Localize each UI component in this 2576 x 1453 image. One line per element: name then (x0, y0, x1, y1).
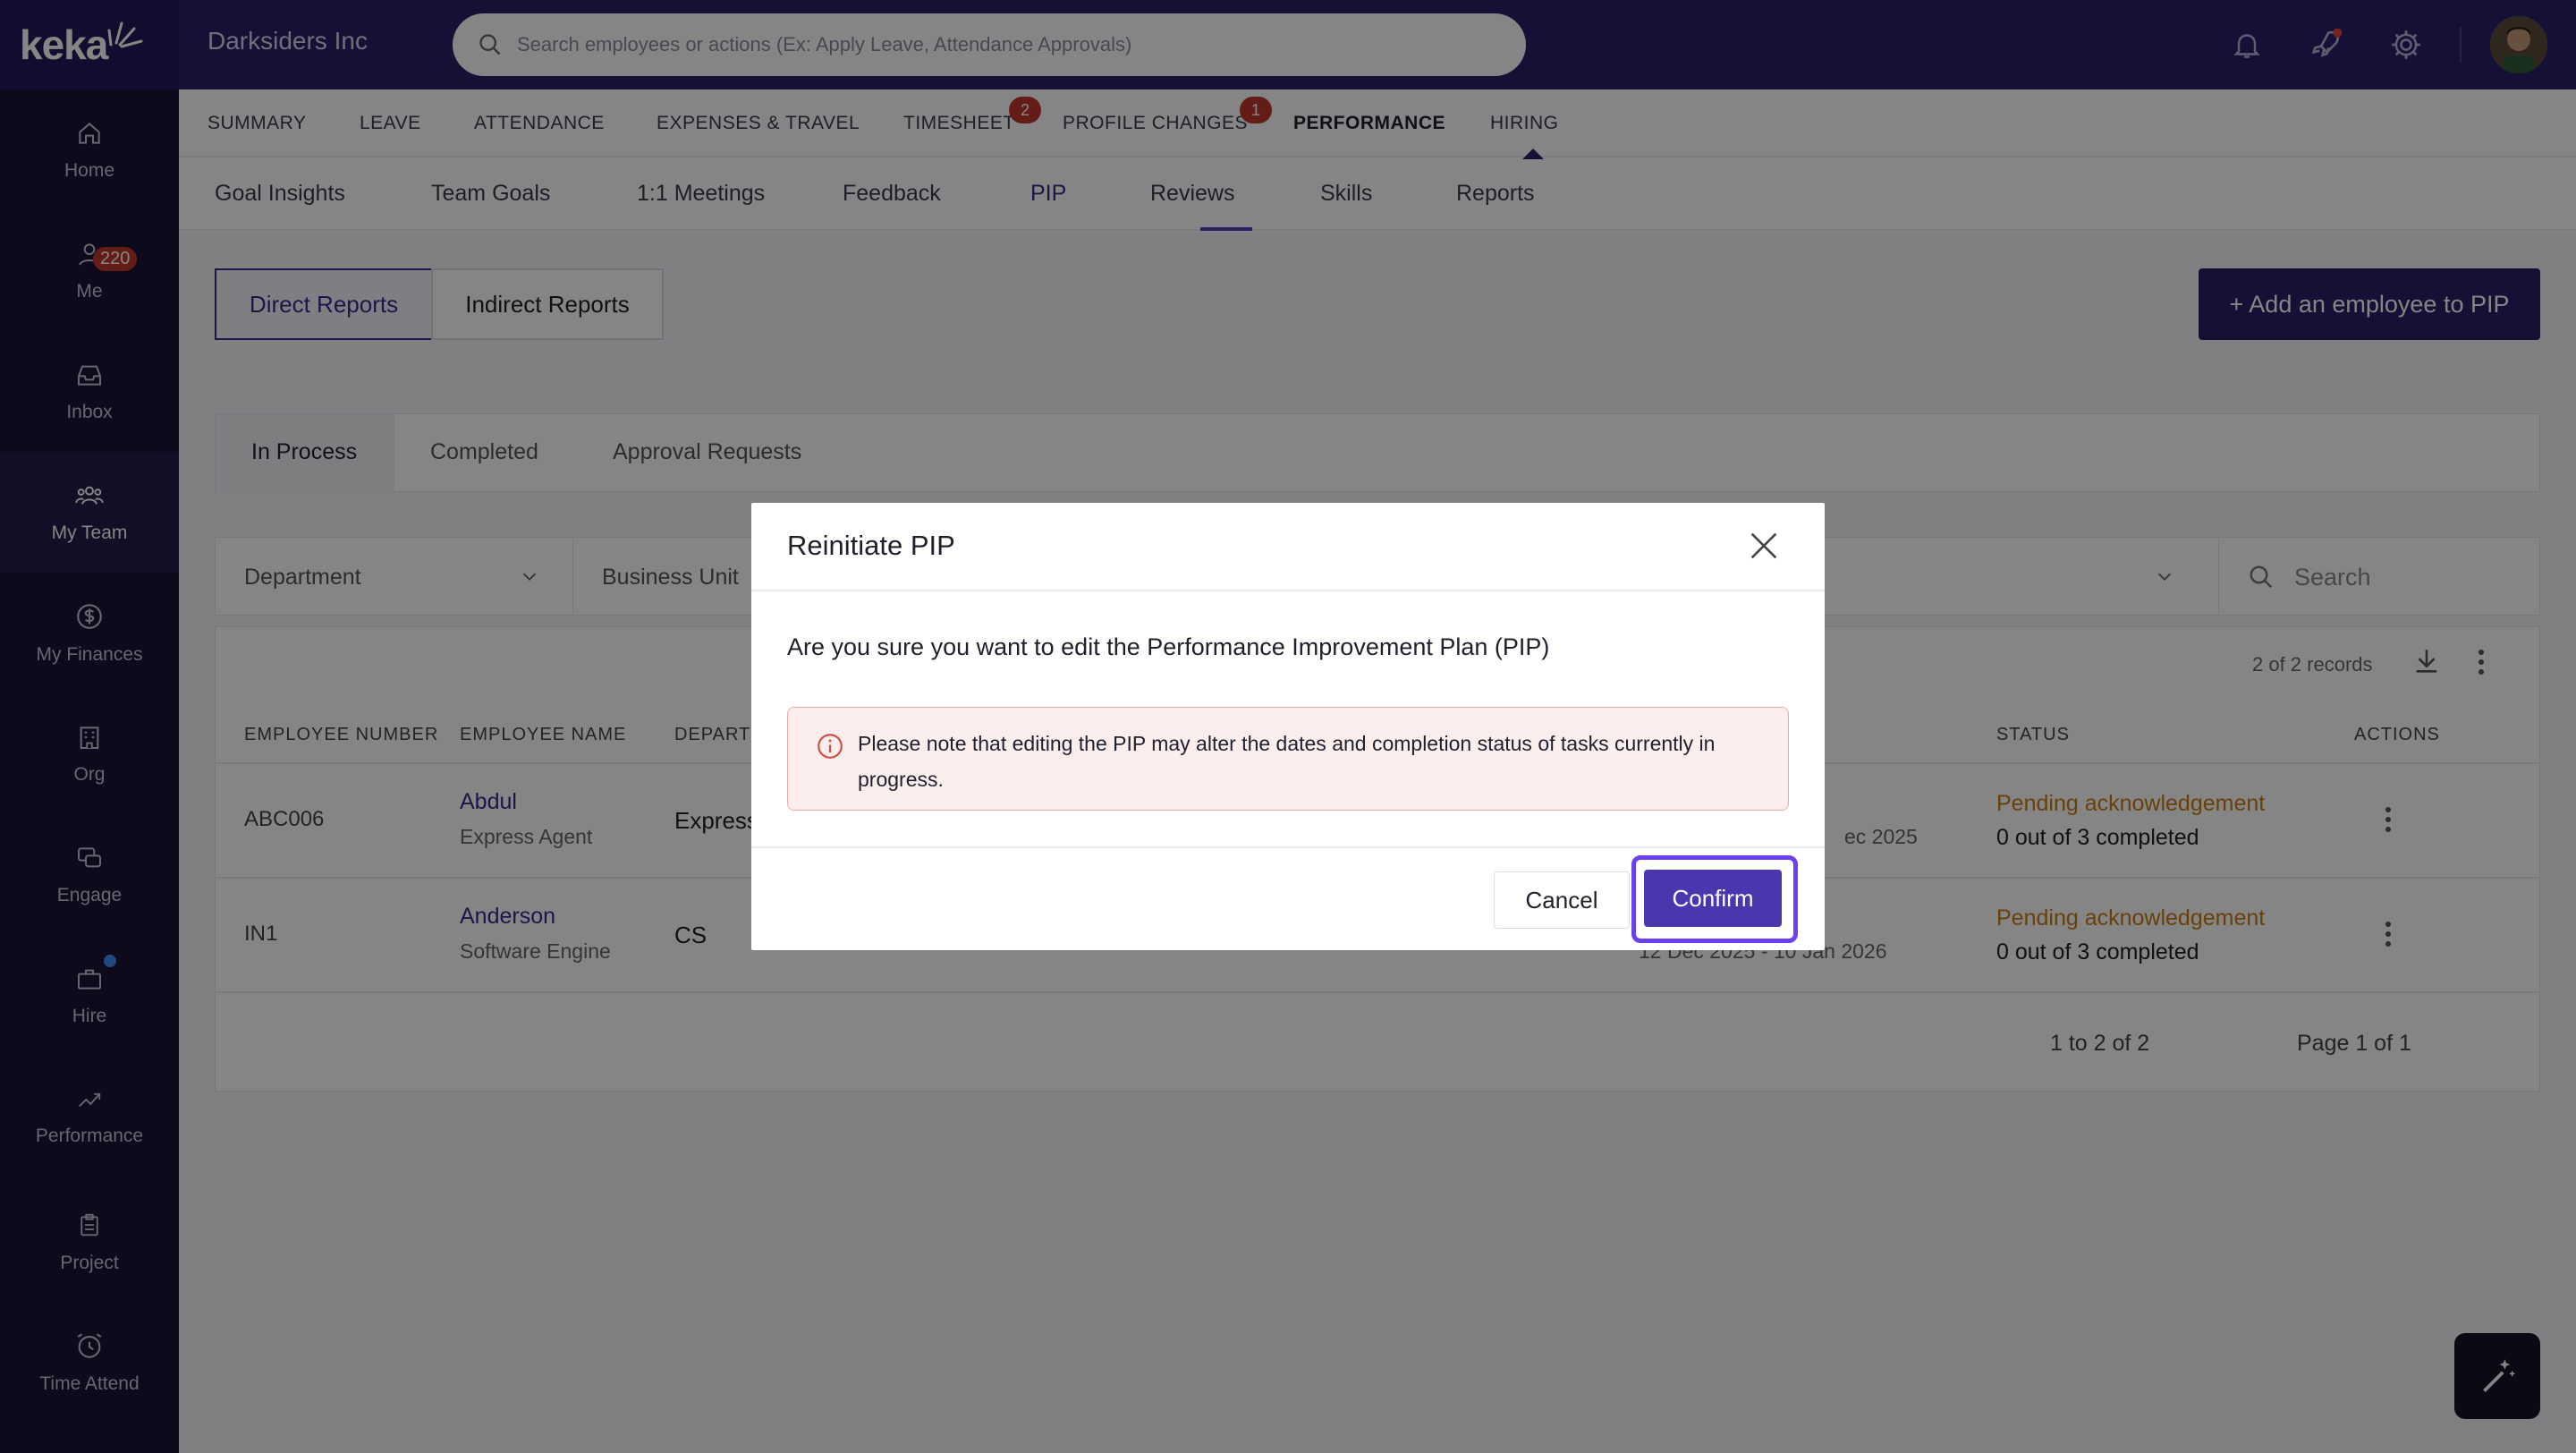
dialog-title: Reinitiate PIP (787, 530, 955, 561)
warning-text: Please note that editing the PIP may alt… (858, 732, 1716, 791)
dialog-question: Are you sure you want to edit the Perfor… (787, 633, 1550, 660)
reinitiate-pip-dialog: Reinitiate PIP Are you sure you want to … (751, 503, 1825, 950)
warning-alert: Please note that editing the PIP may alt… (787, 707, 1789, 811)
divider (751, 590, 1825, 591)
confirm-button[interactable]: Confirm (1644, 870, 1782, 927)
divider (751, 846, 1825, 848)
info-icon (818, 734, 843, 759)
cancel-button[interactable]: Cancel (1494, 871, 1630, 929)
close-icon[interactable] (1746, 528, 1782, 564)
